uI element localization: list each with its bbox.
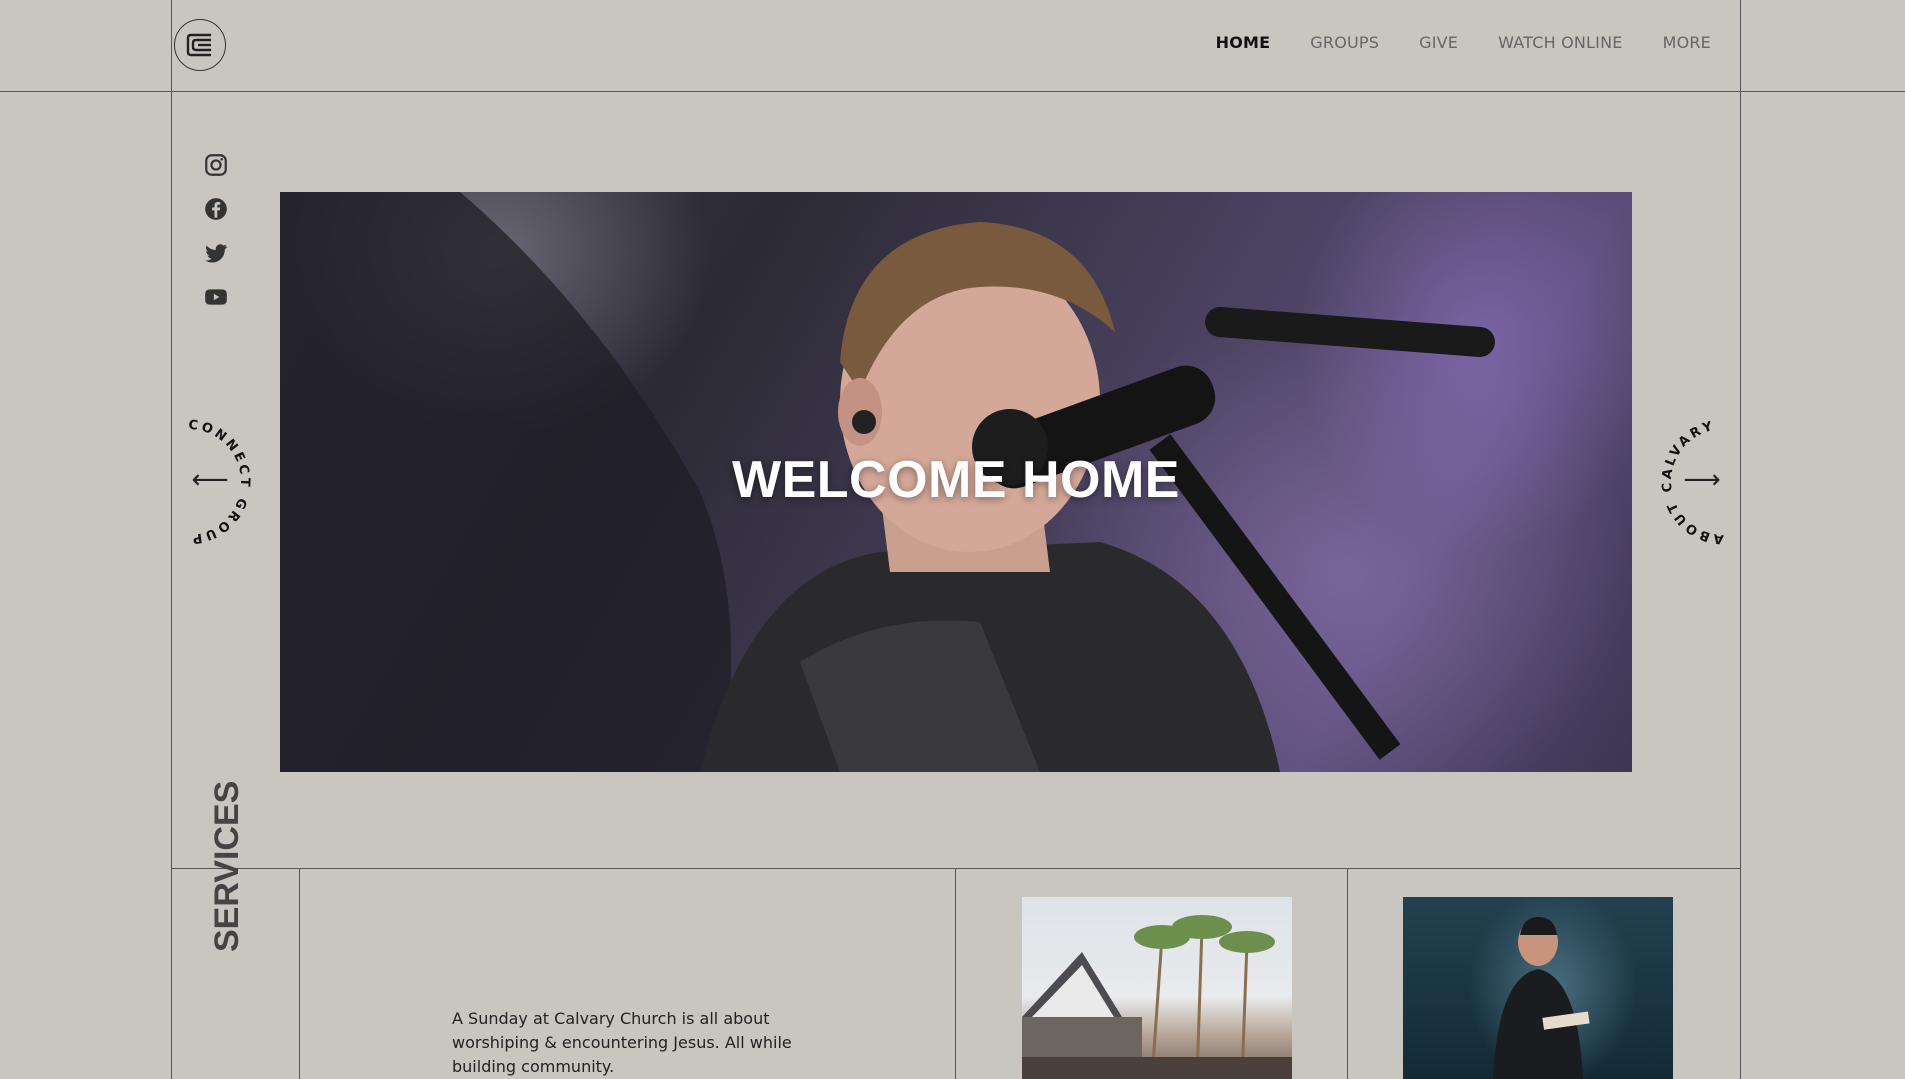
arrow-left-icon: ⟵ <box>191 465 228 495</box>
section-divider <box>171 868 1741 869</box>
services-description: A Sunday at Calvary Church is all about … <box>452 1009 792 1076</box>
church-building-photo[interactable] <box>1022 897 1292 1079</box>
logo-mark-icon <box>186 33 211 57</box>
main-nav: HOME GROUPS GIVE WATCH ONLINE MORE <box>1216 33 1711 52</box>
connect-groups-link[interactable]: CONNECT GROUPS ⟵ <box>154 396 260 557</box>
text-col-line <box>955 868 956 1079</box>
facebook-icon[interactable] <box>203 196 229 222</box>
hero-title: WELCOME HOME <box>732 451 1180 509</box>
church-logo[interactable] <box>174 19 226 71</box>
nav-groups[interactable]: GROUPS <box>1310 33 1379 52</box>
youtube-icon[interactable] <box>203 284 229 310</box>
services-col-line <box>299 868 300 1079</box>
about-calvary-link[interactable]: ABOUT CALVARY ⟶ <box>1652 407 1752 557</box>
pastor-photo[interactable] <box>1403 897 1673 1079</box>
services-heading: SERVICES <box>208 780 246 952</box>
hero-banner: WELCOME HOME <box>280 192 1632 772</box>
nav-watch-online[interactable]: WATCH ONLINE <box>1498 33 1622 52</box>
nav-more[interactable]: MORE <box>1663 33 1711 52</box>
header-divider <box>0 91 1905 92</box>
twitter-icon[interactable] <box>203 240 229 266</box>
nav-give[interactable]: GIVE <box>1419 33 1458 52</box>
nav-home[interactable]: HOME <box>1216 33 1271 52</box>
photo-col-line <box>1347 868 1348 1079</box>
social-links <box>203 152 229 310</box>
arrow-right-icon: ⟶ <box>1683 465 1720 495</box>
instagram-icon[interactable] <box>203 152 229 178</box>
